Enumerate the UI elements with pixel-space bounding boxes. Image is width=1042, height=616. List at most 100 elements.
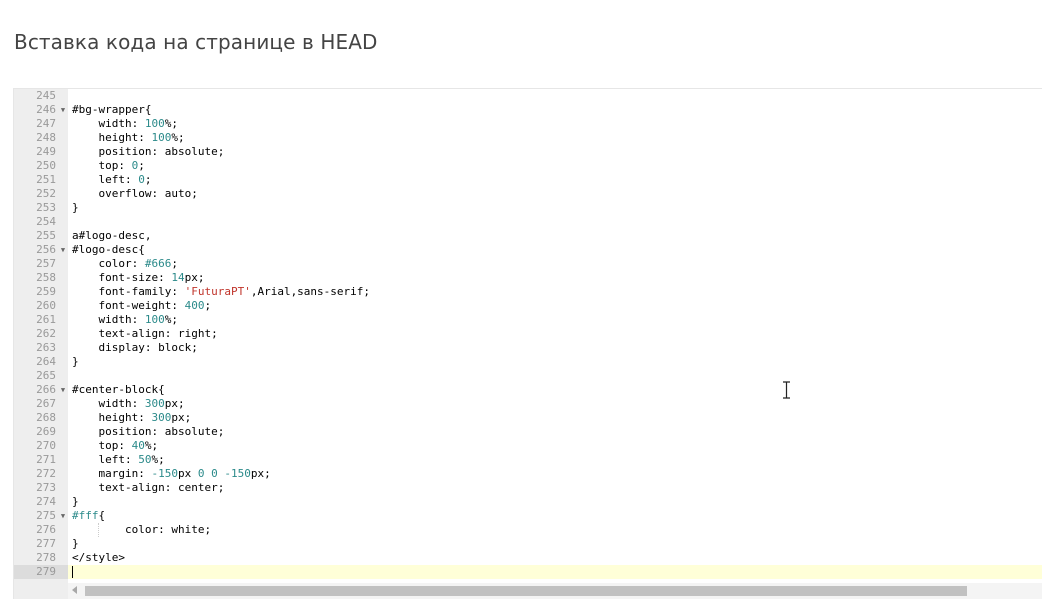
code-line[interactable]: 269 position: absolute; [14, 425, 1042, 439]
horizontal-scrollbar[interactable] [68, 583, 1042, 599]
line-number: 269 [36, 425, 56, 438]
code-text: color: white; [72, 523, 212, 536]
code-text: } [72, 201, 79, 214]
code-line[interactable]: 256 ▼ #logo-desc{ [14, 243, 1042, 257]
line-number: 262 [36, 327, 56, 340]
code-text: #logo-desc{ [72, 243, 145, 256]
code-line[interactable]: 257 color: #666; [14, 257, 1042, 271]
code-line[interactable]: 259 font-family: 'FuturaPT',Arial,sans-s… [14, 285, 1042, 299]
line-number: 274 [36, 495, 56, 508]
line-number: 265 [36, 369, 56, 382]
code-line[interactable]: 263 display: block; [14, 341, 1042, 355]
active-code-line[interactable]: 279 [14, 565, 1042, 579]
code-text: font-size: 14px; [72, 271, 205, 284]
code-line[interactable]: 273 text-align: center; [14, 481, 1042, 495]
code-line[interactable]: 266 ▼ #center-block{ [14, 383, 1042, 397]
code-text: position: absolute; [72, 145, 225, 158]
code-line[interactable]: 262 text-align: right; [14, 327, 1042, 341]
line-number: 251 [36, 173, 56, 186]
code-line[interactable]: 254 [14, 215, 1042, 229]
code-text: width: 100%; [72, 313, 178, 326]
code-text: font-family: 'FuturaPT',Arial,sans-serif… [72, 285, 371, 298]
code-text [72, 565, 73, 579]
line-number: 247 [36, 117, 56, 130]
code-text: position: absolute; [72, 425, 225, 438]
code-line[interactable]: 255 a#logo-desc, [14, 229, 1042, 243]
code-line[interactable]: 251 left: 0; [14, 173, 1042, 187]
code-text: height: 100%; [72, 131, 185, 144]
line-number: 270 [36, 439, 56, 452]
line-number: 260 [36, 299, 56, 312]
line-number: 263 [36, 341, 56, 354]
text-cursor-icon [783, 381, 790, 399]
code-line[interactable]: 247 width: 100%; [14, 117, 1042, 131]
code-line[interactable]: 270 top: 40%; [14, 439, 1042, 453]
line-number: 249 [36, 145, 56, 158]
line-number: 273 [36, 481, 56, 494]
line-number: 277 [36, 537, 56, 550]
line-number: 261 [36, 313, 56, 326]
code-text: #center-block{ [72, 383, 165, 396]
code-line[interactable]: 268 height: 300px; [14, 411, 1042, 425]
line-number: 272 [36, 467, 56, 480]
code-text: </style> [72, 551, 125, 564]
code-text: font-weight: 400; [72, 299, 212, 312]
code-line[interactable]: 275 ▼ #fff{ [14, 509, 1042, 523]
code-line[interactable]: 248 height: 100%; [14, 131, 1042, 145]
line-number: 245 [36, 89, 56, 102]
text-caret [72, 566, 73, 578]
code-text: left: 0; [72, 173, 152, 186]
code-text: left: 50%; [72, 453, 165, 466]
code-line[interactable]: 267 width: 300px; [14, 397, 1042, 411]
code-line[interactable]: 253} [14, 201, 1042, 215]
code-text: } [72, 537, 79, 550]
code-line[interactable]: 276 color: white; [14, 523, 1042, 537]
line-number: 250 [36, 159, 56, 172]
code-line[interactable]: 272 margin: -150px 0 0 -150px; [14, 467, 1042, 481]
line-number: 271 [36, 453, 56, 466]
fold-arrow-icon[interactable]: ▼ [58, 103, 68, 117]
line-number: 254 [36, 215, 56, 228]
code-editor[interactable]: 245 246 ▼ #bg-wrapper{247 width: 100%; 248 h… [13, 88, 1042, 599]
scroll-left-arrow-icon[interactable] [72, 586, 77, 594]
scrollbar-thumb[interactable] [85, 586, 967, 596]
code-line[interactable]: 258 font-size: 14px; [14, 271, 1042, 285]
line-number: 279 [14, 565, 68, 579]
code-text: text-align: center; [72, 481, 225, 494]
code-line[interactable]: 246 ▼ #bg-wrapper{ [14, 103, 1042, 117]
code-text: overflow: auto; [72, 187, 198, 200]
line-number: 268 [36, 411, 56, 424]
code-text: text-align: right; [72, 327, 218, 340]
line-number: 255 [36, 229, 56, 242]
code-line[interactable]: 245 [14, 89, 1042, 103]
fold-arrow-icon[interactable]: ▼ [58, 383, 68, 397]
code-text: top: 40%; [72, 439, 159, 452]
code-text: } [72, 495, 79, 508]
code-text: margin: -150px 0 0 -150px; [72, 467, 271, 480]
code-text: height: 300px; [72, 411, 192, 424]
code-text: } [72, 355, 79, 368]
code-line[interactable]: 260 font-weight: 400; [14, 299, 1042, 313]
line-number: 278 [36, 551, 56, 564]
line-number: 276 [36, 523, 56, 536]
code-line[interactable]: 265 [14, 369, 1042, 383]
code-line[interactable]: 249 position: absolute; [14, 145, 1042, 159]
line-number: 259 [36, 285, 56, 298]
code-text: a#logo-desc, [72, 229, 152, 242]
code-text: width: 100%; [72, 117, 178, 130]
code-line[interactable]: 278 </style> [14, 551, 1042, 565]
code-text: color: #666; [72, 257, 178, 270]
fold-arrow-icon[interactable]: ▼ [58, 509, 68, 523]
code-line[interactable]: 274} [14, 495, 1042, 509]
code-text: #fff{ [72, 509, 106, 522]
code-lines[interactable]: 245 246 ▼ #bg-wrapper{247 width: 100%; 248 h… [14, 89, 1042, 579]
line-number: 264 [36, 355, 56, 368]
code-line[interactable]: 261 width: 100%; [14, 313, 1042, 327]
fold-arrow-icon[interactable]: ▼ [58, 243, 68, 257]
code-line[interactable]: 277} [14, 537, 1042, 551]
code-line[interactable]: 252 overflow: auto; [14, 187, 1042, 201]
code-line[interactable]: 250 top: 0; [14, 159, 1042, 173]
code-line[interactable]: 264} [14, 355, 1042, 369]
code-line[interactable]: 271 left: 50%; [14, 453, 1042, 467]
code-text: width: 300px; [72, 397, 185, 410]
